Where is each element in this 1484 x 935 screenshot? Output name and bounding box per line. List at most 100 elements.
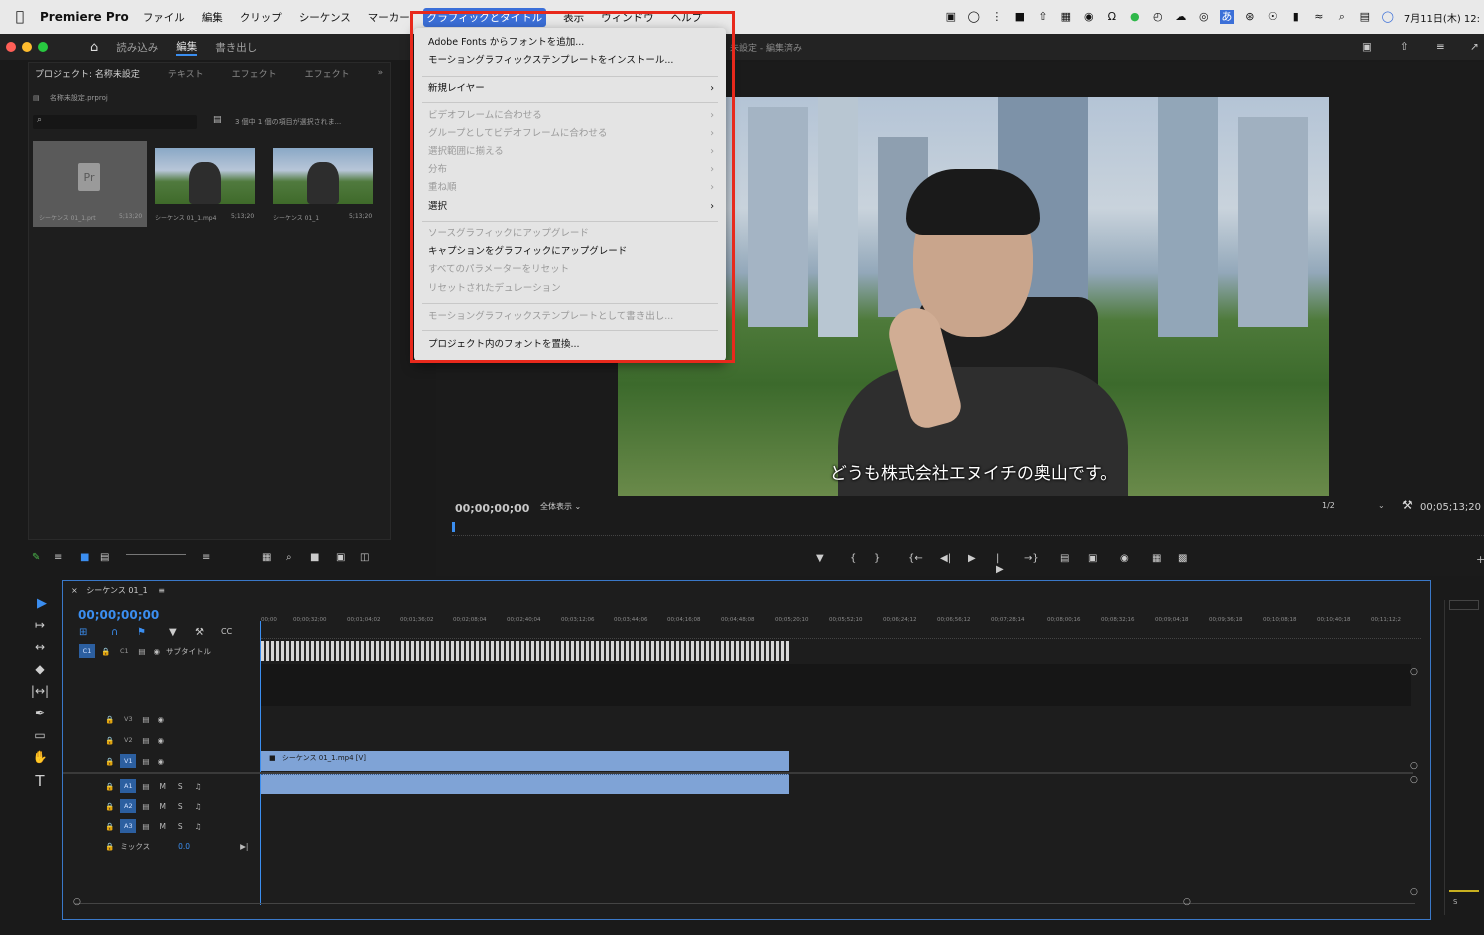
project-item[interactable]: Pr シーケンス 01_1.prt 5;13;20 [33, 141, 147, 227]
control-center-icon[interactable]: ▤ [1358, 10, 1372, 24]
vscroll-handle[interactable]: ○ [1410, 775, 1418, 785]
freeform-view-icon[interactable]: ▤ [100, 552, 109, 563]
mic-icon[interactable]: ♫ [195, 802, 202, 811]
linked-selection-icon[interactable]: ⚑ [137, 627, 146, 638]
list-view-icon[interactable]: ≡ [54, 552, 62, 563]
hand-tool-icon[interactable]: ✋ [30, 750, 50, 764]
sync-icon[interactable]: ▤ [142, 802, 149, 811]
ripple-edit-tool-icon[interactable]: ↔ [30, 640, 50, 654]
playhead[interactable] [452, 522, 455, 532]
info-icon[interactable]: ☉ [1266, 10, 1280, 24]
mute-button[interactable]: M [159, 802, 165, 811]
video-clip[interactable]: ■ シーケンス 01_1.mp4 [V] [261, 751, 789, 771]
tabs-overflow-icon[interactable]: » [378, 68, 384, 78]
scroll-handle-right[interactable]: ○ [1183, 897, 1191, 907]
wifi-icon[interactable]: ≈ [1312, 10, 1326, 24]
play-circle-icon[interactable]: ◎ [1197, 10, 1211, 24]
battery-icon[interactable]: ▮ [1289, 10, 1303, 24]
eye-icon[interactable]: ◉ [157, 757, 164, 766]
step-back-icon[interactable]: ◀| [940, 553, 951, 564]
scroll-handle-left[interactable]: ○ [73, 897, 81, 907]
new-bin-icon[interactable]: ■ [310, 552, 319, 563]
menu-clip[interactable]: クリップ [240, 10, 282, 25]
sync-icon[interactable]: ▤ [142, 757, 149, 766]
rectangle-tool-icon[interactable]: ▭ [30, 728, 50, 742]
chat-icon[interactable]: ● [1128, 10, 1142, 24]
track-name-v1[interactable]: V1 [120, 754, 137, 768]
bluetooth-icon[interactable]: ⊛ [1243, 10, 1257, 24]
settings-icon[interactable]: ⚒ [195, 627, 204, 638]
mute-button[interactable]: M [159, 782, 165, 791]
captions-icon[interactable]: CC [221, 627, 232, 636]
vscroll-handle[interactable]: ○ [1410, 761, 1418, 771]
track-name-a1[interactable]: A1 [120, 779, 137, 793]
go-to-in-icon[interactable]: {← [908, 553, 923, 564]
track-name-a2[interactable]: A2 [120, 799, 137, 813]
slip-tool-icon[interactable]: |↔| [30, 684, 50, 698]
resolution-select[interactable]: 1/2 [1322, 501, 1335, 510]
camera-icon[interactable]: ◉ [1120, 553, 1129, 564]
square-icon[interactable]: ■ [1013, 10, 1027, 24]
screen-icon[interactable]: ▣ [944, 10, 958, 24]
eye-icon[interactable]: ◉ [153, 647, 160, 656]
timer-icon[interactable]: ◴ [1151, 10, 1165, 24]
add-marker-icon[interactable]: ▼ [816, 553, 824, 564]
mute-button[interactable]: M [159, 822, 165, 831]
end-icon[interactable]: ▶| [240, 842, 248, 851]
solo-button[interactable]: S [178, 822, 183, 831]
app-menu[interactable]: Premiere Pro [40, 10, 129, 24]
workspace-icon[interactable]: ▣ [1362, 41, 1372, 53]
lock-icon[interactable]: 🔒 [105, 736, 114, 745]
tab-export[interactable]: 書き出し [215, 40, 257, 55]
audio-clip[interactable] [261, 774, 789, 794]
zoom-slider[interactable] [126, 554, 186, 555]
timeline-tab[interactable]: × シーケンス 01_1 ≡ [71, 585, 165, 596]
lock-icon[interactable]: 🔒 [105, 822, 114, 831]
comparison-icon[interactable]: ▩ [1178, 553, 1187, 564]
project-item[interactable]: シーケンス 01_1 5;13;20 [269, 141, 381, 227]
extract-icon[interactable]: ▣ [1088, 553, 1097, 564]
menu-sequence[interactable]: シーケンス [299, 10, 351, 25]
timeline-timecode[interactable]: 00;00;00;00 [78, 608, 159, 622]
home-icon[interactable]: ⌂ [90, 40, 98, 55]
button-editor-icon[interactable]: ▦ [1152, 553, 1161, 564]
time-ruler[interactable]: 00;00 00;00;32;00 00;01;04;02 00;01;36;0… [261, 617, 1421, 639]
menu-file[interactable]: ファイル [143, 10, 185, 25]
step-forward-icon[interactable]: |▶ [996, 553, 1004, 575]
pen-tool-icon[interactable]: ✒ [30, 706, 50, 720]
find-icon[interactable]: ⌕ [286, 552, 292, 563]
zoom-button[interactable] [38, 42, 48, 52]
nest-icon[interactable]: ⊞ [79, 627, 87, 638]
project-item[interactable]: シーケンス 01_1.mp4 5;13;20 [151, 141, 263, 227]
caption-clips[interactable] [261, 641, 789, 661]
trash-icon[interactable]: ◫ [360, 552, 369, 563]
sort-icon[interactable]: ≡ [202, 552, 210, 563]
resolution-chevron-icon[interactable]: ⌄ [1378, 501, 1385, 510]
cloud-icon[interactable]: ☁ [1174, 10, 1188, 24]
solo-button[interactable]: S [178, 782, 183, 791]
tab-effects-1[interactable]: エフェクト [232, 67, 277, 80]
tab-project[interactable]: プロジェクト: 名称未設定 [35, 67, 140, 80]
track-name-a3[interactable]: A3 [120, 819, 137, 833]
input-method-icon[interactable]: あ [1219, 10, 1234, 24]
menu-edit[interactable]: 編集 [202, 10, 223, 25]
zoom-select[interactable]: 全体表示 ⌄ [540, 501, 581, 512]
vscroll-handle[interactable]: ○ [1410, 887, 1418, 897]
tab-effects-2[interactable]: エフェクト [305, 67, 350, 80]
search-input[interactable]: ⌕ [33, 115, 197, 129]
expand-icon[interactable]: ↗ [1470, 41, 1479, 53]
sync-icon[interactable]: ▤ [142, 822, 149, 831]
track-select-tool-icon[interactable]: ↦ [30, 618, 50, 632]
icon-view-icon[interactable]: ■ [80, 552, 89, 563]
close-icon[interactable]: × [71, 586, 78, 595]
scrubber-bar[interactable] [452, 522, 1484, 536]
lock-icon[interactable]: 🔒 [101, 647, 110, 656]
lock-icon[interactable]: 🔒 [105, 842, 114, 851]
mark-in-icon[interactable]: { [850, 553, 856, 564]
vscroll-handle[interactable]: ○ [1410, 667, 1418, 677]
add-marker-icon[interactable]: ▼ [169, 627, 177, 638]
go-to-out-icon[interactable]: →} [1024, 553, 1039, 564]
shield-icon[interactable]: ◯ [967, 10, 981, 24]
track-target-c1[interactable]: C1 [79, 644, 95, 658]
pencil-icon[interactable]: ✎ [32, 552, 40, 563]
